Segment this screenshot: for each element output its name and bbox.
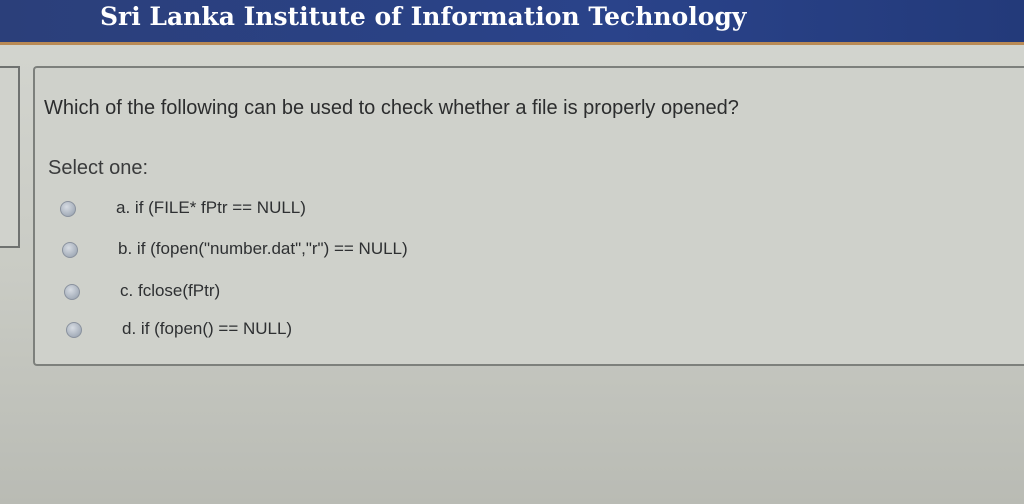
question-text: Which of the following can be used to ch… xyxy=(44,97,739,119)
radio-button-d[interactable] xyxy=(66,322,82,338)
answer-label-b: b. if (fopen("number.dat","r") == NULL) xyxy=(118,239,408,258)
site-header: Sri Lanka Institute of Information Techn… xyxy=(0,0,1024,42)
answer-label-c: c. fclose(fPtr) xyxy=(120,281,221,300)
radio-button-b[interactable] xyxy=(62,242,78,258)
answer-option-d[interactable]: d. if (fopen() == NULL) xyxy=(66,319,666,343)
question-info-panel xyxy=(0,66,20,248)
radio-button-a[interactable] xyxy=(60,201,76,217)
institute-title: Sri Lanka Institute of Information Techn… xyxy=(100,2,747,31)
answer-label-d: d. if (fopen() == NULL) xyxy=(122,319,293,338)
answer-option-c[interactable]: c. fclose(fPtr) xyxy=(64,281,664,305)
select-one-label: Select one: xyxy=(48,157,149,179)
header-accent-line xyxy=(0,42,1024,45)
radio-button-c[interactable] xyxy=(64,284,80,300)
answer-option-a[interactable]: a. if (FILE* fPtr == NULL) xyxy=(60,198,660,222)
answer-label-a: a. if (FILE* fPtr == NULL) xyxy=(116,198,306,217)
answer-option-b[interactable]: b. if (fopen("number.dat","r") == NULL) xyxy=(62,239,662,263)
